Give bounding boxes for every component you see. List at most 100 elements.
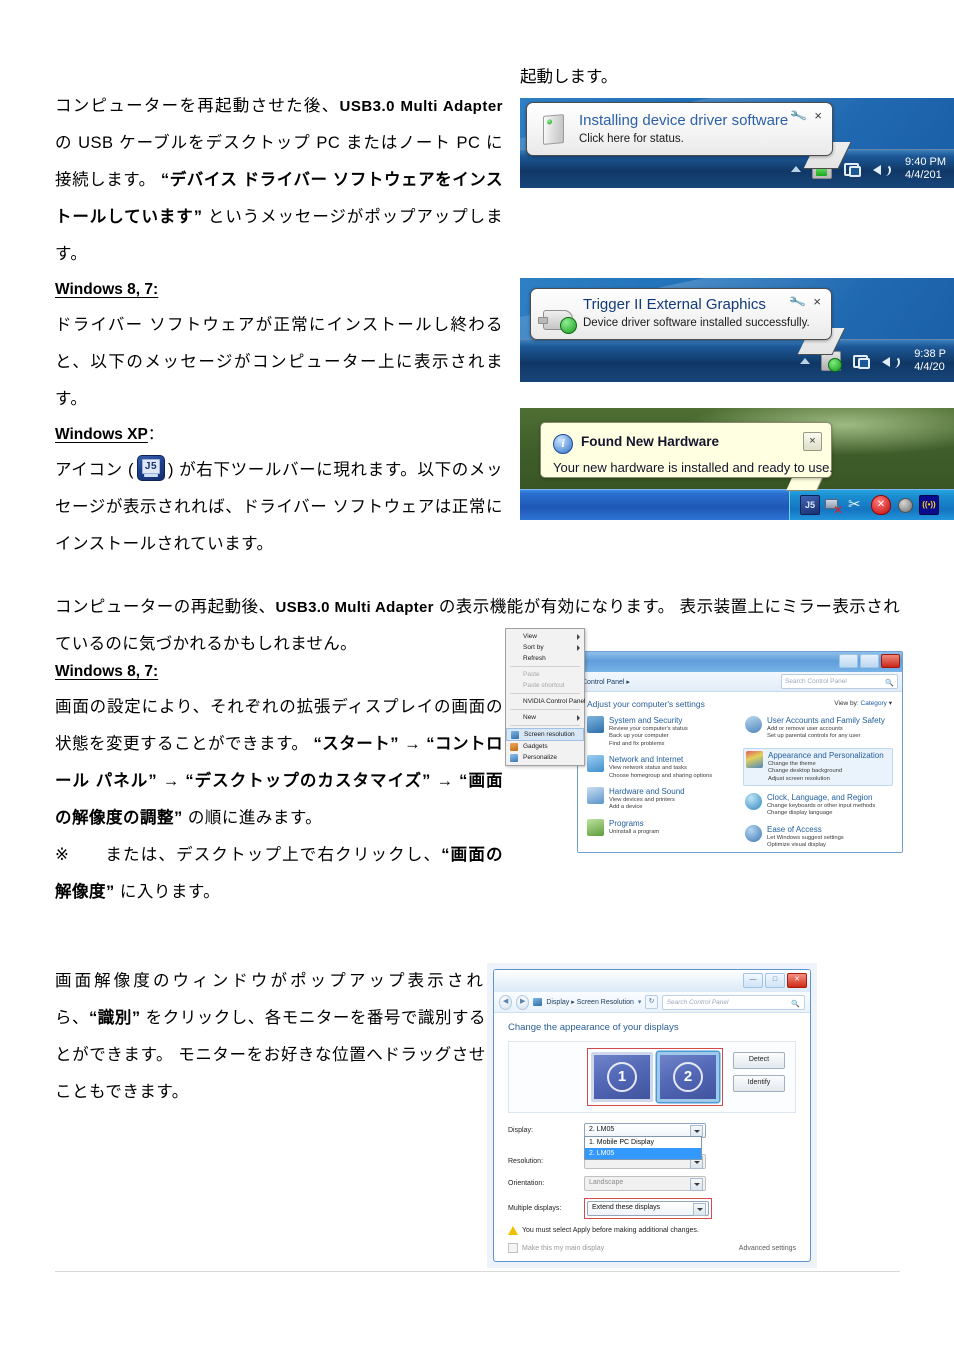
search-input[interactable]: Search Control Panel 🔍: [661, 994, 805, 1010]
display-dropdown-list[interactable]: 1. Mobile PC Display 2. LM05: [584, 1136, 702, 1160]
close-icon[interactable]: ×: [814, 109, 822, 122]
volume-icon[interactable]: [872, 160, 892, 178]
chevron-down-icon[interactable]: [690, 1178, 703, 1191]
context-menu-item-gadgets[interactable]: Gadgets: [506, 741, 584, 752]
context-menu-item-view[interactable]: View: [506, 631, 584, 642]
context-menu-item-refresh[interactable]: Refresh: [506, 653, 584, 664]
breadcrumb[interactable]: Control Panel ▸: [582, 678, 630, 686]
window-titlebar[interactable]: — □ ✕: [494, 970, 810, 992]
category-link[interactable]: Change desktop background: [768, 768, 890, 775]
category-link[interactable]: Uninstall a program: [609, 829, 735, 836]
breadcrumb-dropdown-icon[interactable]: ▾: [638, 998, 642, 1006]
multiple-displays-select[interactable]: Extend these displays: [587, 1201, 709, 1216]
dropdown-option-lm05[interactable]: 2. LM05: [585, 1148, 701, 1159]
chevron-down-icon[interactable]: [693, 1203, 706, 1216]
xp-notification-balloon[interactable]: i Found New Hardware Your new hardware i…: [540, 422, 833, 478]
main-display-checkbox-row[interactable]: Make this my main display Advanced setti…: [508, 1243, 796, 1253]
close-button[interactable]: ✕: [787, 973, 807, 988]
audio-icon[interactable]: [896, 496, 914, 514]
category-title[interactable]: Appearance and Personalization: [768, 751, 890, 761]
category-appearance-and-personalization[interactable]: Appearance and Personalization Change th…: [743, 747, 893, 787]
breadcrumb-bar[interactable]: Display ▸ Screen Resolution ▾: [533, 998, 641, 1006]
maximize-button[interactable]: [860, 654, 879, 668]
back-arrow-icon[interactable]: ◀: [499, 994, 513, 1010]
minimize-button[interactable]: [839, 654, 858, 668]
category-title[interactable]: Clock, Language, and Region: [767, 793, 893, 803]
category-hardware-and-sound[interactable]: Hardware and Sound View devices and prin…: [587, 787, 735, 812]
screenshot-installing-driver: 9:40 PM 4/4/201 Installing device driver…: [520, 98, 954, 188]
category-link[interactable]: Let Windows suggest settings: [767, 835, 893, 842]
category-system-and-security[interactable]: System and Security Review your computer…: [587, 716, 735, 748]
category-title[interactable]: Ease of Access: [767, 825, 893, 835]
maximize-button[interactable]: □: [765, 973, 785, 988]
category-link[interactable]: Change keyboards or other input methods: [767, 803, 893, 810]
search-input[interactable]: Search Control Panel 🔍: [781, 674, 898, 689]
category-title[interactable]: Programs: [609, 819, 735, 829]
category-link[interactable]: Set up parental controls for any user: [767, 733, 893, 740]
category-title[interactable]: Hardware and Sound: [609, 787, 735, 797]
taskbar-clock[interactable]: 9:40 PM 4/4/201: [901, 156, 946, 182]
category-link[interactable]: Back up your computer: [609, 733, 735, 740]
minimize-button[interactable]: —: [743, 973, 763, 988]
category-link-adjust-screen-resolution[interactable]: Adjust screen resolution: [768, 776, 890, 783]
forward-arrow-icon[interactable]: ▶: [516, 994, 530, 1010]
safely-remove-hardware-icon[interactable]: [848, 496, 866, 514]
category-ease-of-access[interactable]: Ease of Access Let Windows suggest setti…: [745, 824, 893, 850]
category-user-accounts[interactable]: User Accounts and Family Safety Add or r…: [745, 716, 893, 741]
category-link[interactable]: View network status and tasks: [609, 765, 735, 772]
category-network-and-internet[interactable]: Network and Internet View network status…: [587, 755, 735, 780]
category-title[interactable]: User Accounts and Family Safety: [767, 716, 893, 726]
close-button[interactable]: ×: [803, 432, 822, 451]
context-menu-item-sort-by[interactable]: Sort by: [506, 642, 584, 653]
monitor-2[interactable]: 2: [657, 1052, 719, 1102]
notification-balloon-installing[interactable]: Installing device driver software Click …: [526, 102, 833, 156]
category-link[interactable]: Review your computer's status: [609, 726, 735, 733]
network-disconnected-icon[interactable]: [825, 496, 843, 516]
context-menu-item-personalize[interactable]: Personalize: [506, 752, 584, 763]
view-by-control[interactable]: View by: Category ▾: [834, 699, 892, 707]
notification-balloon-installed[interactable]: Trigger II External Graphics Device driv…: [530, 288, 832, 340]
network-icon[interactable]: [852, 352, 871, 370]
identify-button[interactable]: Identify: [733, 1075, 785, 1092]
context-menu-item-nvidia-control-panel[interactable]: NVIDIA Control Panel: [506, 696, 586, 707]
address-bar[interactable]: Control Panel ▸ Search Control Panel 🔍: [578, 672, 902, 692]
close-button[interactable]: [881, 654, 900, 668]
dropdown-option-mobile-pc-display[interactable]: 1. Mobile PC Display: [585, 1137, 701, 1148]
category-programs[interactable]: Programs Uninstall a program: [587, 818, 735, 836]
volume-icon[interactable]: [881, 352, 901, 370]
wrench-icon[interactable]: 🔧: [789, 293, 808, 311]
top-right-text-fragment: 起動します。: [520, 68, 618, 86]
refresh-icon[interactable]: ↻: [645, 995, 658, 1009]
category-title[interactable]: System and Security: [609, 716, 735, 726]
category-link[interactable]: Choose homegroup and sharing options: [609, 773, 735, 780]
wrench-icon[interactable]: 🔧: [790, 107, 809, 125]
category-link[interactable]: Find and fix problems: [609, 741, 735, 748]
category-link[interactable]: Add or remove user accounts: [767, 726, 893, 733]
advanced-settings-link[interactable]: Advanced settings: [739, 1245, 796, 1252]
category-clock-language-region[interactable]: Clock, Language, and Region Change keybo…: [745, 793, 893, 818]
show-hidden-icons-arrow[interactable]: [800, 358, 811, 364]
monitor-1[interactable]: 1: [591, 1052, 653, 1102]
category-link[interactable]: Change the theme: [768, 761, 890, 768]
window-titlebar[interactable]: [578, 652, 902, 672]
breadcrumb[interactable]: Display ▸ Screen Resolution: [546, 998, 634, 1006]
close-icon[interactable]: ×: [813, 295, 821, 308]
p6-part-b: に入ります。: [114, 883, 221, 901]
taskbar-clock[interactable]: 9:38 P 4/4/20: [910, 348, 946, 374]
orientation-select[interactable]: Landscape: [584, 1176, 706, 1191]
desktop-context-menu[interactable]: View Sort by Refresh Paste Paste shortcu…: [505, 628, 586, 766]
category-link[interactable]: Change display language: [767, 810, 893, 817]
wireless-icon[interactable]: [919, 495, 939, 515]
category-link[interactable]: View devices and printers: [609, 797, 735, 804]
network-icon[interactable]: [843, 160, 862, 178]
context-menu-item-screen-resolution[interactable]: Screen resolution: [506, 728, 584, 741]
context-menu-item-new[interactable]: New: [506, 712, 584, 723]
category-link[interactable]: Add a device: [609, 804, 735, 811]
category-link[interactable]: Optimize visual display: [767, 842, 893, 849]
category-title[interactable]: Network and Internet: [609, 755, 735, 765]
j5-icon[interactable]: J5: [800, 495, 820, 515]
detect-button[interactable]: Detect: [733, 1052, 785, 1069]
show-hidden-icons-arrow[interactable]: [791, 166, 802, 172]
security-alert-icon[interactable]: [871, 495, 891, 515]
checkbox[interactable]: [508, 1243, 518, 1253]
